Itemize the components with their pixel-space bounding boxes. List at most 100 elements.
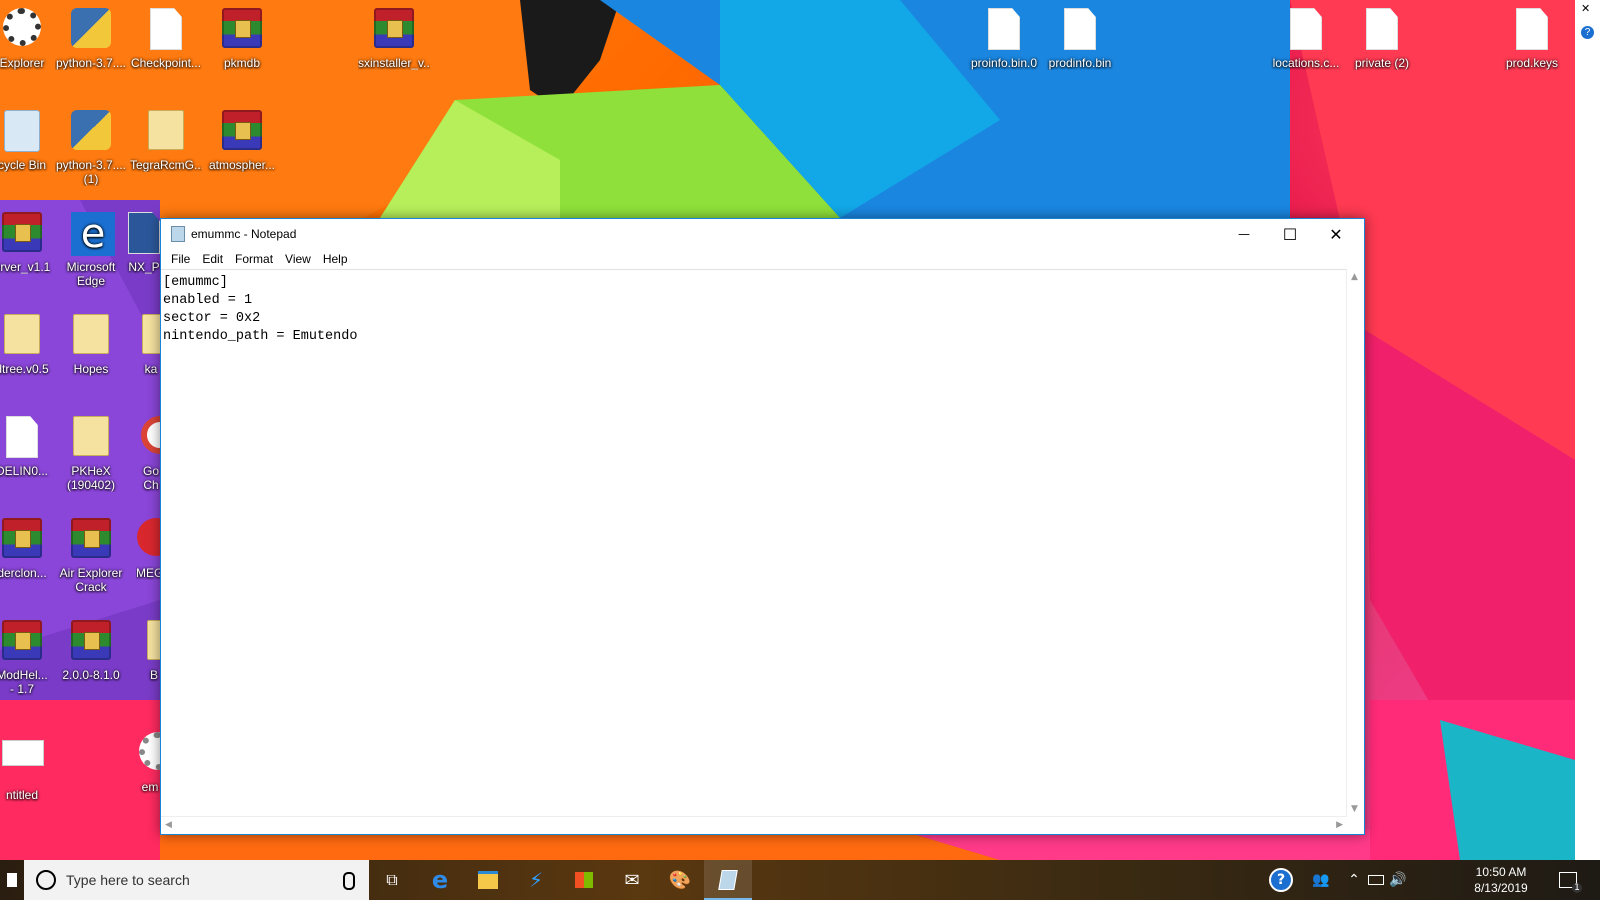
- desktop-icon-explorer[interactable]: Explorer: [0, 8, 58, 70]
- taskbar-vscode[interactable]: ⚡: [512, 860, 560, 900]
- taskbar-paint[interactable]: 🎨: [656, 860, 704, 900]
- close-button[interactable]: ✕: [1313, 219, 1359, 249]
- notification-icon: 1: [1559, 872, 1582, 893]
- winrar-archive-icon: [2, 620, 42, 660]
- desktop-icon-prod-keys[interactable]: prod.keys: [1496, 8, 1568, 70]
- desktop-icon-python-1[interactable]: python-3.7.... (1): [55, 110, 127, 186]
- mega-icon: [137, 518, 162, 556]
- paint-icon: 🎨: [668, 869, 692, 891]
- desktop-icon-proinfo[interactable]: proinfo.bin.0: [968, 8, 1040, 70]
- menu-edit[interactable]: Edit: [196, 250, 229, 268]
- desktop-icon-dtree[interactable]: dtree.v0.5: [0, 314, 58, 376]
- close-icon: ✕: [1329, 224, 1343, 244]
- desktop-icon-atmosphere[interactable]: atmospher...: [206, 110, 278, 172]
- desktop-icon-version[interactable]: 2.0.0-8.1.0: [55, 620, 127, 682]
- desktop-icon-pkmdb[interactable]: pkmdb: [206, 8, 278, 70]
- battery-status[interactable]: [1366, 860, 1386, 900]
- microphone-icon[interactable]: [343, 872, 355, 890]
- menu-help[interactable]: Help: [317, 250, 354, 268]
- file-icon: [6, 416, 38, 458]
- desktop-icon-private[interactable]: private (2): [1346, 8, 1418, 70]
- minimize-icon: —: [1238, 227, 1250, 241]
- chrome-icon: [141, 416, 162, 454]
- task-view-button[interactable]: ⧉: [368, 860, 416, 900]
- folder-icon: [478, 871, 498, 889]
- taskbar-notepad[interactable]: [704, 860, 752, 900]
- text-editor-area[interactable]: [emummc] enabled = 1 sector = 0x2 ninten…: [161, 269, 1347, 817]
- close-icon[interactable]: ✕: [1581, 2, 1590, 15]
- word-document-icon: [128, 212, 160, 254]
- help-icon[interactable]: ?: [1581, 26, 1594, 39]
- right-edge-panel: ✕ ?: [1575, 0, 1600, 860]
- vertical-scrollbar[interactable]: ▲ ▼: [1346, 269, 1364, 817]
- taskbar-store[interactable]: [560, 860, 608, 900]
- scroll-right-icon[interactable]: ▶: [1336, 820, 1343, 830]
- desktop-icon-untitled[interactable]: ntitled: [0, 732, 58, 802]
- gear-icon: [3, 8, 41, 46]
- edge-icon: e: [71, 212, 115, 256]
- mail-icon: ✉: [624, 869, 640, 891]
- people-icon: 👥: [1312, 872, 1330, 888]
- title-bar[interactable]: emummc - Notepad — ☐ ✕: [161, 219, 1364, 249]
- horizontal-scrollbar[interactable]: ◀ ▶: [161, 816, 1347, 834]
- clock-time: 10:50 AM: [1475, 865, 1527, 879]
- desktop-icon-python[interactable]: python-3.7....: [55, 8, 127, 70]
- desktop-icon-tegrarcm[interactable]: TegraRcmG...: [130, 110, 202, 172]
- desktop-icon-prodinfo[interactable]: prodinfo.bin: [1044, 8, 1116, 70]
- action-center-button[interactable]: 1: [1554, 860, 1582, 900]
- notepad-window[interactable]: emummc - Notepad — ☐ ✕ File Edit Format …: [160, 218, 1365, 835]
- scroll-left-icon[interactable]: ◀: [165, 820, 172, 830]
- minimize-button[interactable]: —: [1221, 219, 1267, 249]
- desktop-icon-server[interactable]: erver_v1.1: [0, 212, 58, 274]
- scroll-down-icon[interactable]: ▼: [1351, 804, 1358, 814]
- menu-file[interactable]: File: [165, 250, 196, 268]
- desktop-icon-hopes[interactable]: Hopes: [55, 314, 127, 376]
- desktop-icon-pkhex[interactable]: PKHeX (190402): [55, 416, 127, 492]
- python-installer-icon: [71, 8, 111, 48]
- menu-bar: File Edit Format View Help: [161, 249, 1364, 269]
- volume-control[interactable]: 🔊: [1388, 860, 1408, 900]
- desktop-icon-chrome[interactable]: Go Ch: [140, 416, 162, 492]
- search-placeholder: Type here to search: [66, 872, 190, 888]
- chevron-up-icon: ⌃: [1348, 872, 1360, 888]
- desktop-icon-locations[interactable]: locations.c...: [1270, 8, 1342, 70]
- show-hidden-icons[interactable]: ⌃: [1344, 860, 1364, 900]
- maximize-button[interactable]: ☐: [1267, 219, 1313, 249]
- desktop-icon-ka[interactable]: ka: [140, 314, 162, 376]
- desktop-icon-modhelper[interactable]: ModHel... - 1.7: [0, 620, 58, 696]
- scroll-up-icon[interactable]: ▲: [1351, 272, 1358, 282]
- recycle-bin-icon: [4, 110, 40, 152]
- winrar-archive-icon: [2, 212, 42, 252]
- help-tray-icon[interactable]: ?: [1266, 860, 1296, 900]
- taskbar-edge[interactable]: e: [416, 860, 464, 900]
- speaker-icon: 🔊: [1389, 872, 1407, 888]
- menu-view[interactable]: View: [279, 250, 317, 268]
- file-icon: [988, 8, 1020, 50]
- desktop-icon-checkpoint[interactable]: Checkpoint...: [130, 8, 202, 70]
- taskbar-file-explorer[interactable]: [464, 860, 512, 900]
- battery-icon: [1368, 875, 1384, 885]
- menu-format[interactable]: Format: [229, 250, 279, 268]
- taskbar-search[interactable]: Type here to search: [24, 860, 369, 900]
- desktop-icon-mega[interactable]: MEG: [136, 518, 162, 580]
- desktop-icon-delin[interactable]: DELIN0...: [0, 416, 58, 478]
- start-button[interactable]: [0, 860, 24, 900]
- desktop-icon-em[interactable]: em: [138, 732, 162, 794]
- desktop-icon-microsoft-edge[interactable]: e Microsoft Edge: [55, 212, 127, 288]
- desktop-icon-air-explorer[interactable]: Air Explorer Crack: [55, 518, 127, 594]
- window-title: emummc - Notepad: [191, 227, 297, 241]
- desktop-icon-nx-p[interactable]: NX_P: [124, 212, 164, 274]
- file-icon: [1290, 8, 1322, 50]
- desktop-icon-derclon[interactable]: derclon...: [0, 518, 58, 580]
- clock-date: 8/13/2019: [1474, 881, 1528, 895]
- help-icon: ?: [1269, 868, 1293, 892]
- winrar-archive-icon: [71, 620, 111, 660]
- desktop-icon-sxinstaller[interactable]: sxinstaller_v...: [358, 8, 430, 70]
- taskbar-mail[interactable]: ✉: [608, 860, 656, 900]
- people-button[interactable]: 👥: [1308, 860, 1334, 900]
- clock[interactable]: 10:50 AM 8/13/2019: [1466, 864, 1536, 896]
- file-icon: [1516, 8, 1548, 50]
- desktop-icon-recycle-bin[interactable]: cycle Bin: [0, 110, 58, 172]
- folder-icon: [4, 314, 40, 354]
- winrar-archive-icon: [222, 8, 262, 48]
